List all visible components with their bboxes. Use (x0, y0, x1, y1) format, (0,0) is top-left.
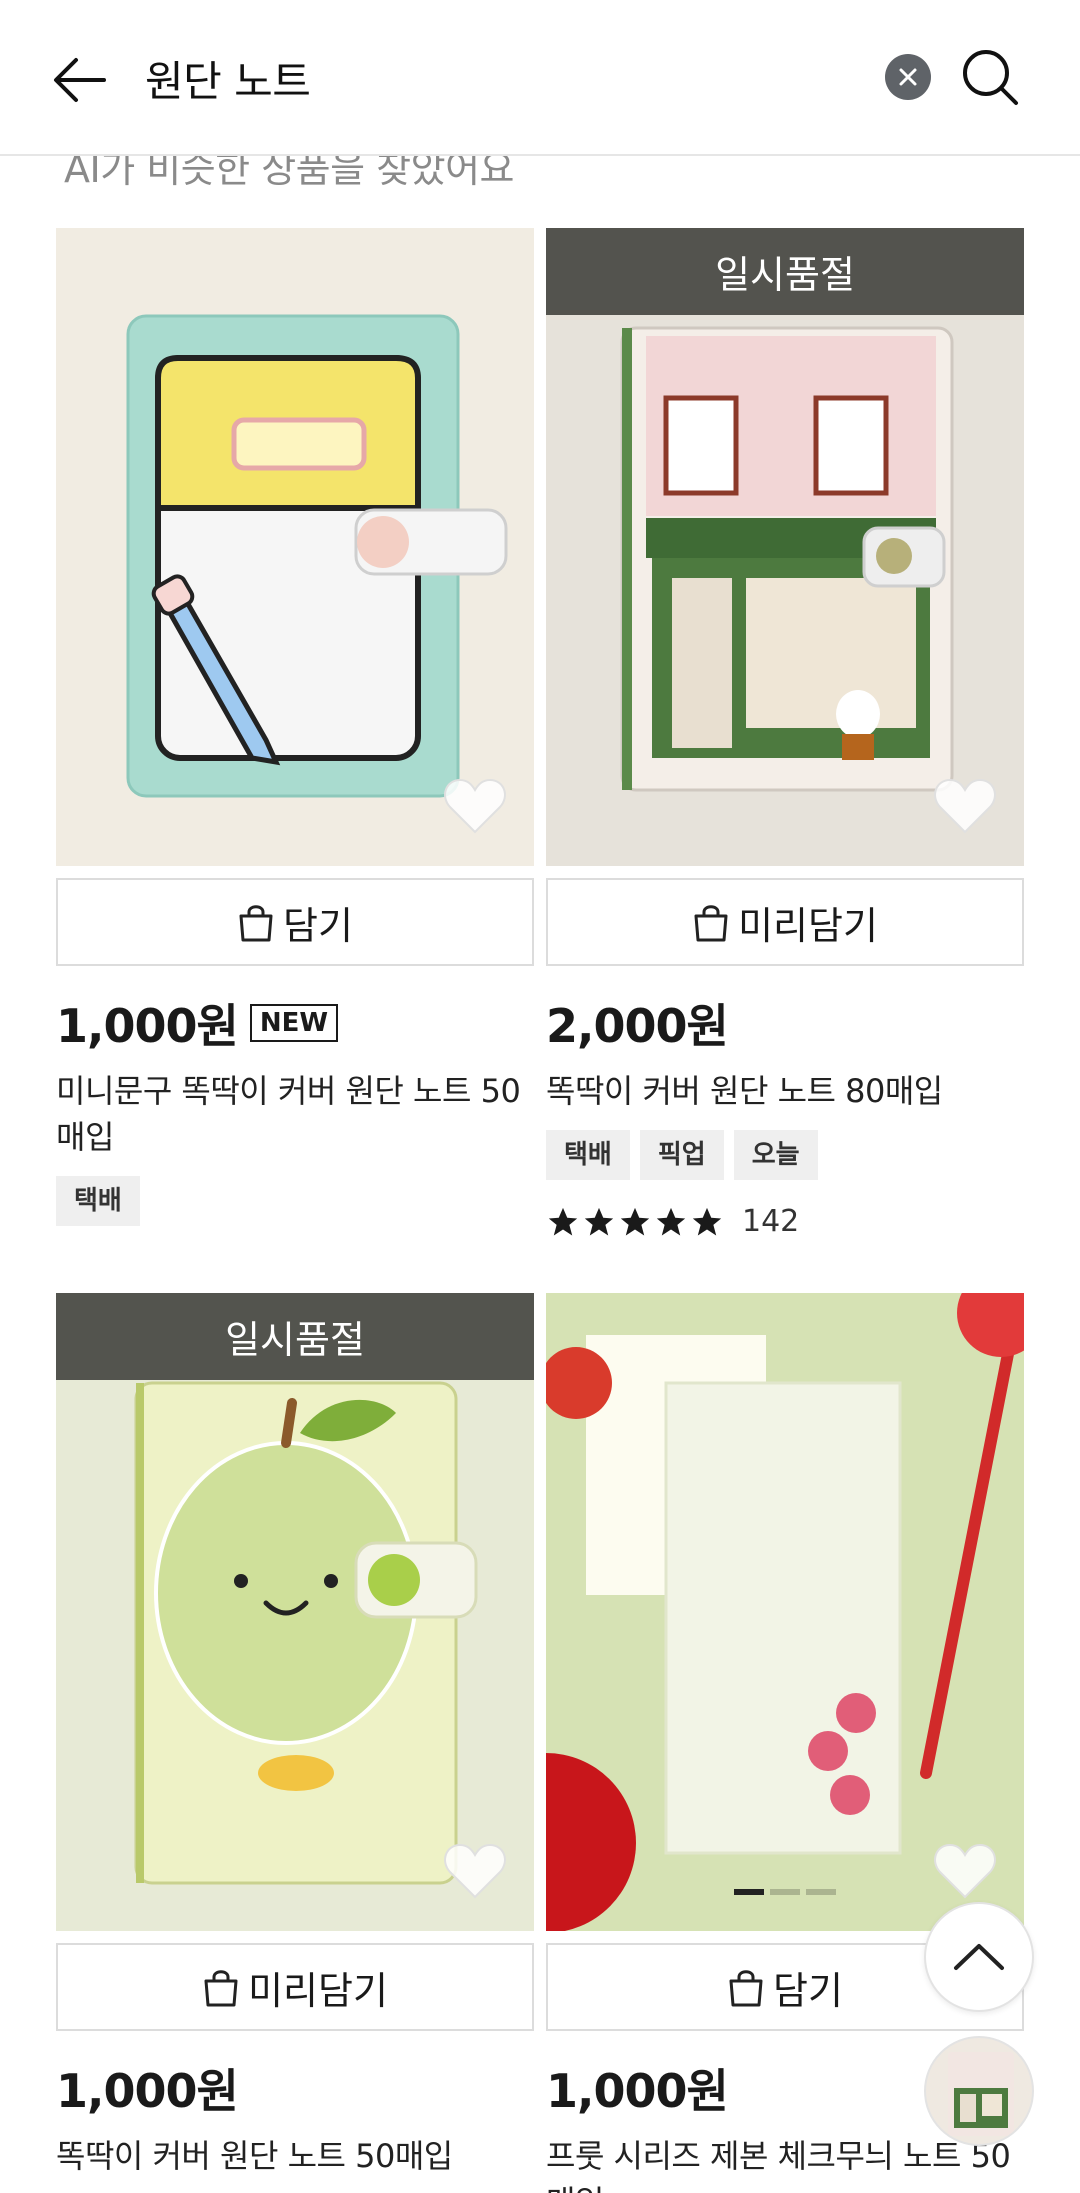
carousel-dot[interactable] (806, 1889, 836, 1895)
add-to-cart-button[interactable]: 담기 (56, 878, 534, 966)
product-price: 1,000원 (546, 2064, 729, 2118)
tag-delivery: 택배 (56, 1176, 140, 1226)
product-name[interactable]: 똑딱이 커버 원단 노트 50매입 (56, 2133, 534, 2179)
product-price: 2,000원 (546, 999, 729, 1053)
scroll-to-top-button[interactable] (924, 1902, 1034, 2012)
pre-cart-button[interactable]: 미리담기 (546, 878, 1024, 966)
heart-icon (444, 778, 506, 834)
recent-product-image (948, 2052, 1014, 2136)
search-button[interactable] (955, 42, 1025, 112)
product-image[interactable]: 일시품절 (546, 228, 1024, 866)
shopping-bag-icon (729, 1970, 763, 2007)
heart-icon (934, 1843, 996, 1899)
clear-search-button[interactable] (885, 54, 931, 100)
search-icon (963, 50, 1018, 105)
search-header: 원단 노트 (0, 0, 1080, 156)
new-badge: NEW (249, 1004, 339, 1042)
sold-out-banner: 일시품절 (56, 1293, 534, 1380)
search-query-text[interactable]: 원단 노트 (145, 48, 311, 109)
product-price: 1,000원 (56, 2064, 239, 2118)
star-icon (692, 1207, 722, 1235)
delivery-tags: 택배 픽업 오늘 (546, 1130, 1024, 1180)
star-icon (584, 1207, 614, 1235)
delivery-tags: 택배 (56, 1176, 534, 1226)
shopping-bag-icon (694, 905, 728, 942)
product-name[interactable]: 미니문구 똑딱이 커버 원단 노트 50매입 (56, 1068, 534, 1160)
close-icon (899, 68, 917, 86)
cart-button-label: 미리담기 (248, 1968, 388, 2013)
review-count: 142 (742, 1204, 800, 1239)
wishlist-heart-button[interactable] (932, 1841, 998, 1901)
cart-button-label: 담기 (283, 903, 353, 948)
mini-note-illustration (126, 314, 508, 798)
tag-delivery: 택배 (546, 1130, 630, 1180)
wishlist-heart-button[interactable] (442, 776, 508, 836)
back-button[interactable] (40, 40, 120, 120)
product-image[interactable]: 일시품절 (56, 1293, 534, 1931)
check-pattern-notebook-photo (546, 1293, 1024, 1931)
tag-pickup: 픽업 (639, 1130, 724, 1180)
product-image[interactable] (56, 228, 534, 866)
cart-button-label: 담기 (773, 1968, 843, 2013)
wishlist-heart-button[interactable] (442, 1841, 508, 1901)
star-icon (656, 1207, 686, 1235)
product-image[interactable] (546, 1293, 1024, 1931)
product-name[interactable]: 똑딱이 커버 원단 노트 80매입 (546, 1068, 1024, 1114)
tag-today: 오늘 (733, 1130, 818, 1180)
product-card[interactable]: 담기 1,000원 NEW 미니문구 똑딱이 커버 원단 노트 50매입 택배 (56, 228, 534, 1226)
bookstore-notebook-illustration (620, 326, 954, 792)
rating: 142 (546, 1204, 1024, 1239)
pre-cart-button[interactable]: 미리담기 (56, 1943, 534, 2031)
arrow-left-icon (54, 58, 106, 102)
shopping-bag-icon (239, 905, 273, 942)
cart-button-label: 미리담기 (738, 903, 878, 948)
carousel-dot[interactable] (770, 1889, 800, 1895)
recently-viewed-thumbnail[interactable] (924, 2036, 1034, 2146)
chevron-up-icon (954, 1944, 1004, 1970)
star-icon (548, 1207, 578, 1235)
product-name[interactable]: 프룻 시리즈 제본 체크무늬 노트 50매입 (546, 2133, 1024, 2193)
product-card[interactable]: 일시품절 미리담기 2,000원 똑딱이 커버 원단 노트 80매입 택배 픽업… (546, 228, 1024, 1239)
rating-stars (546, 1205, 724, 1239)
product-card[interactable]: 일시품절 미리담기 1,000원 똑딱이 커버 원단 노트 50매입 (56, 1293, 534, 2179)
heart-icon (444, 1843, 506, 1899)
star-icon (620, 1207, 650, 1235)
carousel-dot[interactable] (734, 1889, 764, 1895)
wishlist-heart-button[interactable] (932, 776, 998, 836)
green-apple-diary-illustration (134, 1381, 478, 1885)
product-price: 1,000원 (56, 999, 239, 1053)
heart-icon (934, 778, 996, 834)
shopping-bag-icon (204, 1970, 238, 2007)
sold-out-banner: 일시품절 (546, 228, 1024, 315)
